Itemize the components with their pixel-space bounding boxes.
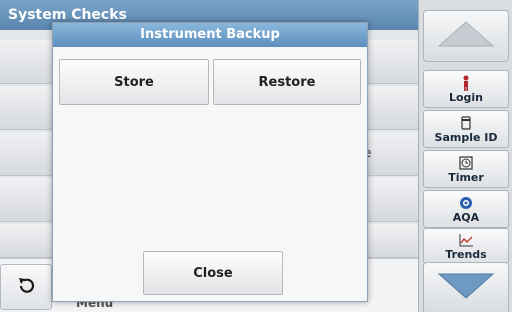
sample-id-button[interactable]: Sample ID xyxy=(423,110,509,148)
back-arrow-icon xyxy=(15,274,37,300)
sample-vial-icon xyxy=(460,115,472,131)
timer-button[interactable]: Timer xyxy=(423,150,509,188)
trends-label: Trends xyxy=(445,247,487,261)
scroll-down-button[interactable] xyxy=(423,262,509,312)
back-button[interactable] xyxy=(0,264,52,310)
close-button[interactable]: Close xyxy=(143,251,283,295)
up-arrow-icon xyxy=(436,19,496,53)
dialog-title: Instrument Backup xyxy=(53,23,367,47)
timer-icon xyxy=(459,155,473,171)
trends-chart-icon xyxy=(458,232,474,248)
restore-button[interactable]: Restore xyxy=(213,59,361,105)
scroll-up-button[interactable] xyxy=(423,10,509,62)
aqa-button[interactable]: AQA xyxy=(423,190,509,228)
store-button[interactable]: Store xyxy=(59,59,209,105)
trends-button[interactable]: Trends xyxy=(423,228,509,264)
timer-label: Timer xyxy=(448,170,484,184)
aqa-icon xyxy=(459,195,473,211)
login-label: Login xyxy=(448,90,484,104)
right-sidebar: Login Sample ID Timer AQA Trends xyxy=(418,0,512,312)
aqa-label: AQA xyxy=(452,210,480,224)
login-button[interactable]: Login xyxy=(423,70,509,108)
instrument-backup-dialog: Instrument Backup Store Restore Close xyxy=(52,22,368,302)
sample-id-label: Sample ID xyxy=(434,130,498,144)
person-icon xyxy=(461,75,471,91)
down-arrow-icon xyxy=(436,271,496,305)
